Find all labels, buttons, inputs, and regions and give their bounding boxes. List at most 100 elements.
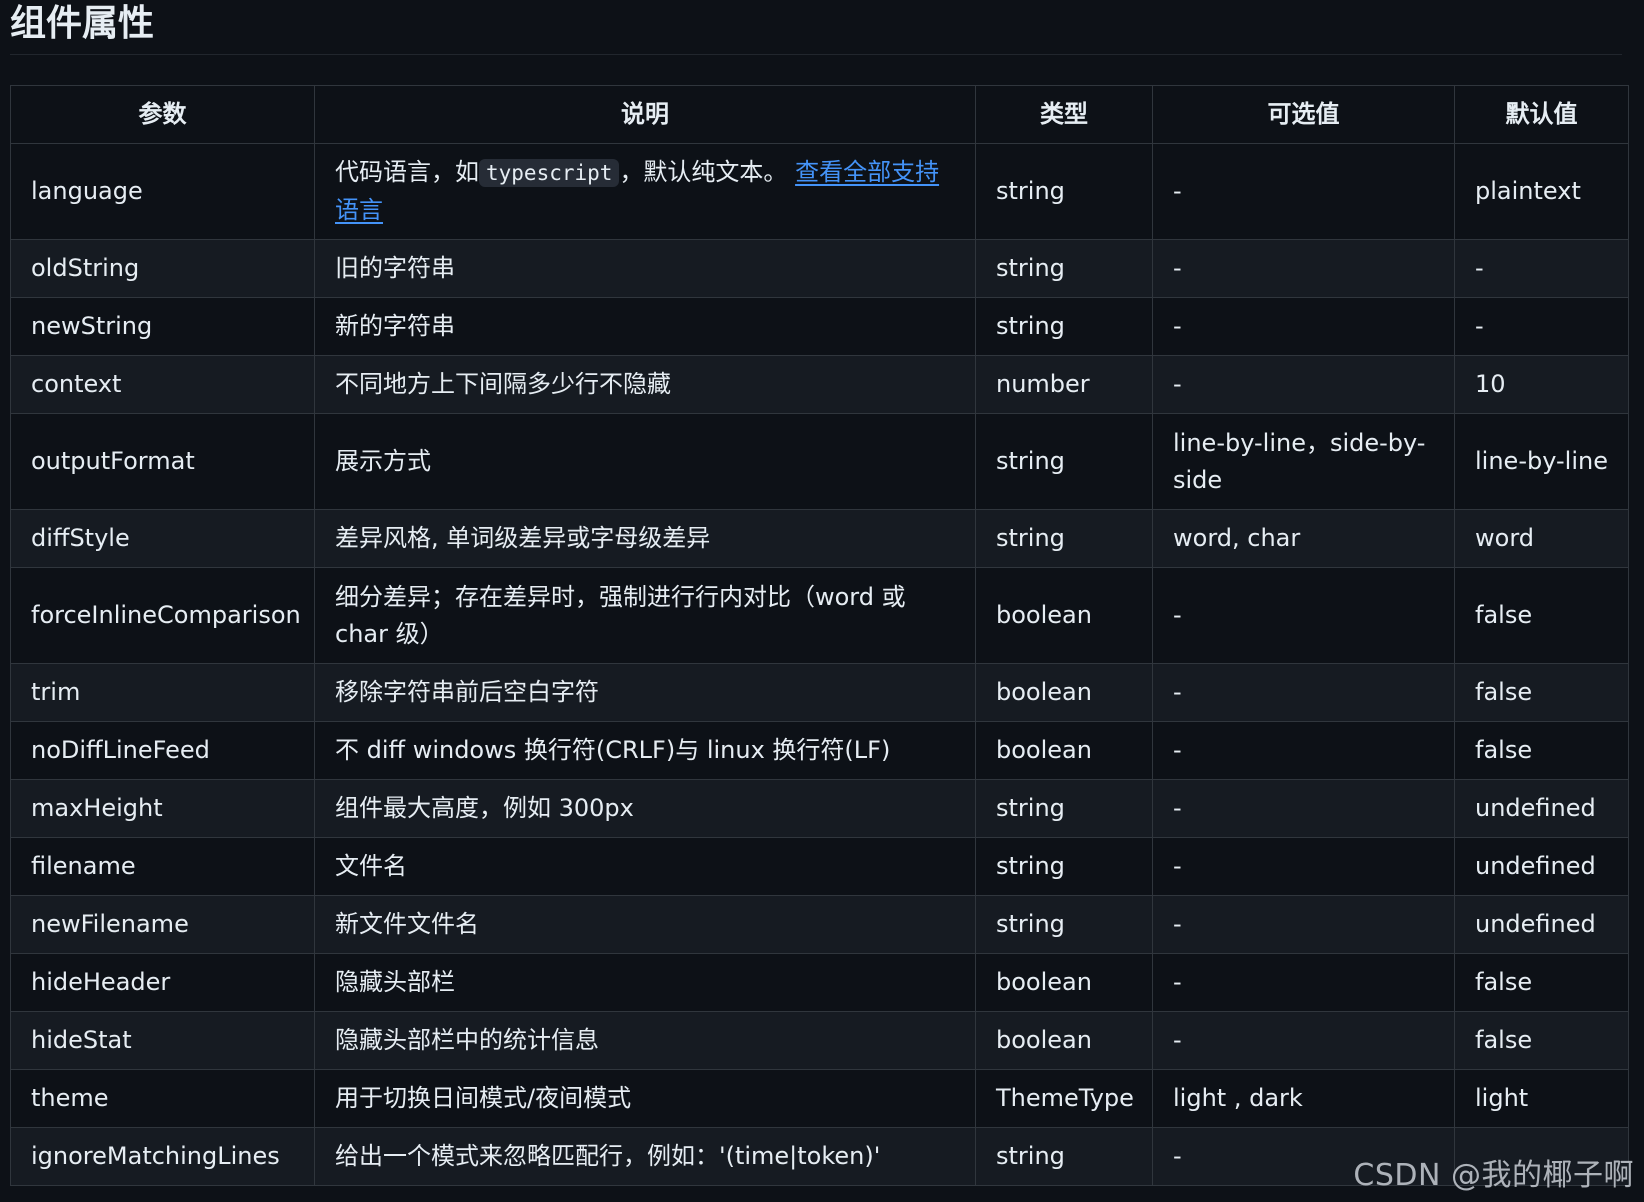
cell-options: - [1152,779,1455,838]
cell-options: - [1152,663,1455,722]
cell-desc: 移除字符串前后空白字符 [314,663,976,722]
cell-type: boolean [975,663,1153,722]
cell-desc: 旧的字符串 [314,239,976,298]
cell-options: - [1152,355,1455,414]
header-param: 参数 [10,85,315,144]
table-row: language 代码语言，如 typescript ，默认纯文本。 查看全部支持语… [10,143,1629,240]
cell-default: undefined [1454,895,1629,954]
header-desc: 说明 [314,85,976,144]
cell-default: false [1454,567,1629,664]
cell-type: string [975,297,1153,356]
table-row: hideStat 隐藏头部栏中的统计信息 boolean - false [10,1011,1629,1070]
cell-options: - [1152,567,1455,664]
cell-default: light [1454,1069,1629,1128]
desc-text: 代码语言，如 [335,158,479,186]
table-row: oldString 旧的字符串 string - - [10,239,1629,298]
cell-default: undefined [1454,779,1629,838]
cell-options: - [1152,143,1455,240]
cell-param: forceInlineComparison [10,567,315,664]
cell-desc: 展示方式 [314,413,976,510]
table-row: hideHeader 隐藏头部栏 boolean - false [10,953,1629,1012]
cell-options: - [1152,297,1455,356]
cell-options: - [1152,239,1455,298]
cell-type: boolean [975,953,1153,1012]
cell-param: maxHeight [10,779,315,838]
cell-param: outputFormat [10,413,315,510]
cell-default: line-by-line [1454,413,1629,510]
cell-param: oldString [10,239,315,298]
cell-type: string [975,779,1153,838]
table-row: trim 移除字符串前后空白字符 boolean - false [10,663,1629,722]
table-row: maxHeight 组件最大高度，例如 300px string - undef… [10,779,1629,838]
cell-default: false [1454,953,1629,1012]
cell-options: - [1152,953,1455,1012]
cell-desc: 用于切换日间模式/夜间模式 [314,1069,976,1128]
cell-default: false [1454,1011,1629,1070]
cell-type: number [975,355,1153,414]
table-row: forceInlineComparison 细分差异；存在差异时，强制进行行内对… [10,567,1629,664]
cell-options: - [1152,895,1455,954]
table-row: newFilename 新文件文件名 string - undefined [10,895,1629,954]
cell-default: word [1454,509,1629,568]
cell-param: noDiffLineFeed [10,721,315,780]
cell-default: 10 [1454,355,1629,414]
cell-type: boolean [975,567,1153,664]
cell-type: string [975,413,1153,510]
cell-desc: 差异风格, 单词级差异或字母级差异 [314,509,976,568]
cell-options: - [1152,721,1455,780]
cell-options: word, char [1152,509,1455,568]
cell-desc: 隐藏头部栏中的统计信息 [314,1011,976,1070]
cell-param: trim [10,663,315,722]
desc-text: ，默认纯文本。 [619,158,788,186]
table-row: filename 文件名 string - undefined [10,837,1629,896]
cell-param: context [10,355,315,414]
props-table: 参数 说明 类型 可选值 默认值 language 代码语言，如 typescri… [10,85,1629,1186]
cell-desc: 组件最大高度，例如 300px [314,779,976,838]
inline-code: typescript [479,159,620,187]
cell-options: line-by-line，side-by-side [1152,413,1455,510]
cell-type: string [975,1127,1153,1186]
cell-param: filename [10,837,315,896]
cell-type: string [975,509,1153,568]
table-header-row: 参数 说明 类型 可选值 默认值 [10,85,1629,144]
table-row: context 不同地方上下间隔多少行不隐藏 number - 10 [10,355,1629,414]
table-row: newString 新的字符串 string - - [10,297,1629,356]
cell-param: ignoreMatchingLines [10,1127,315,1186]
cell-default: false [1454,663,1629,722]
cell-default: - [1454,239,1629,298]
section-title: 组件属性 [10,0,1622,55]
cell-type: string [975,143,1153,240]
header-options: 可选值 [1152,85,1455,144]
cell-param: theme [10,1069,315,1128]
table-row: theme 用于切换日间模式/夜间模式 ThemeType light , da… [10,1069,1629,1128]
cell-desc: 不 diff windows 换行符(CRLF)与 linux 换行符(LF) [314,721,976,780]
cell-param: hideStat [10,1011,315,1070]
table-row: diffStyle 差异风格, 单词级差异或字母级差异 string word,… [10,509,1629,568]
cell-type: ThemeType [975,1069,1153,1128]
cell-options: - [1152,1011,1455,1070]
cell-param: language [10,143,315,240]
csdn-watermark: CSDN @我的椰子啊 [1353,1158,1634,1193]
table-row: noDiffLineFeed 不 diff windows 换行符(CRLF)与… [10,721,1629,780]
cell-desc: 给出一个模式来忽略匹配行，例如：'(time|token)' [314,1127,976,1186]
cell-param: newString [10,297,315,356]
cell-desc: 新的字符串 [314,297,976,356]
cell-desc: 代码语言，如 typescript ，默认纯文本。 查看全部支持语言 [314,143,976,240]
header-type: 类型 [975,85,1153,144]
header-default: 默认值 [1454,85,1629,144]
cell-type: boolean [975,1011,1153,1070]
cell-param: newFilename [10,895,315,954]
cell-default: plaintext [1454,143,1629,240]
cell-param: hideHeader [10,953,315,1012]
cell-default: - [1454,297,1629,356]
cell-desc: 不同地方上下间隔多少行不隐藏 [314,355,976,414]
cell-default: undefined [1454,837,1629,896]
cell-default: false [1454,721,1629,780]
cell-param: diffStyle [10,509,315,568]
table-row: outputFormat 展示方式 string line-by-line，si… [10,413,1629,510]
cell-type: string [975,895,1153,954]
cell-desc: 细分差异；存在差异时，强制进行行内对比（word 或 char 级） [314,567,976,664]
cell-type: string [975,837,1153,896]
cell-desc: 新文件文件名 [314,895,976,954]
cell-desc: 文件名 [314,837,976,896]
